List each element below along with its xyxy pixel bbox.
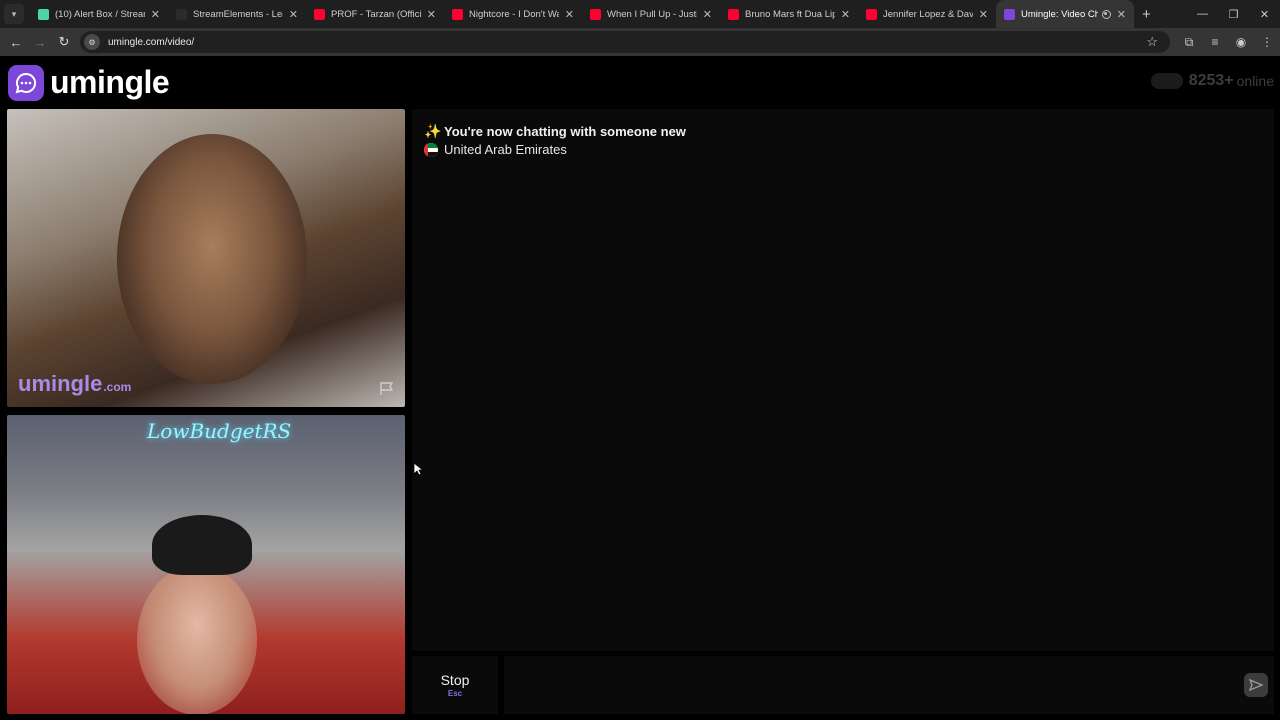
extensions-icon[interactable]: ⧉ (1176, 35, 1202, 50)
sparkles-icon: ✨ (424, 123, 442, 139)
system-message: ✨ You're now chatting with someone new (424, 123, 686, 140)
toggle-switch[interactable] (1150, 73, 1183, 89)
toolbar-right: ⧉ ≡ ◉ ⋮ (1176, 28, 1280, 56)
back-icon[interactable]: ← (4, 35, 28, 50)
remote-video-face (117, 134, 307, 384)
close-icon[interactable]: ✕ (1117, 8, 1126, 21)
tab-title: Nightcore - I Don't Wanna (469, 8, 559, 20)
site-info-icon[interactable]: ⚙ (84, 34, 100, 50)
report-flag-icon[interactable] (379, 382, 395, 396)
chevron-down-icon: ▾ (11, 8, 17, 19)
restore-icon[interactable]: ❐ (1218, 8, 1249, 21)
umingle-page: umingle 8253+ online umingle .com LowBud… (0, 56, 1280, 720)
close-icon[interactable]: ✕ (979, 8, 988, 21)
tab-favicon-icon (176, 8, 187, 20)
tab-favicon-icon (728, 8, 739, 20)
chat-panel: ✨ You're now chatting with someone new U… (412, 109, 1274, 651)
close-icon[interactable]: ✕ (151, 8, 160, 21)
online-label: online (1236, 73, 1274, 89)
local-video-face (137, 565, 257, 714)
umingle-favicon-icon (1004, 8, 1015, 20)
message-input[interactable] (504, 656, 1224, 714)
menu-icon[interactable]: ⋮ (1254, 35, 1280, 49)
stop-shortcut: Esc (447, 689, 463, 698)
window-close-icon[interactable]: ✕ (1249, 8, 1280, 21)
browser-tab[interactable]: Jennifer Lopez & David G ✕ (858, 0, 996, 28)
neon-sign: LowBudgetRS (147, 419, 292, 443)
close-icon[interactable]: ✕ (289, 8, 298, 21)
window-controls: — ❐ ✕ (1187, 0, 1280, 28)
logo-text: umingle (50, 64, 170, 100)
tab-title: Jennifer Lopez & David G (883, 8, 973, 20)
send-button[interactable] (1244, 673, 1268, 697)
local-video-cap (152, 515, 252, 575)
close-icon[interactable]: ✕ (841, 8, 850, 21)
tab-search-button[interactable]: ▾ (4, 4, 24, 24)
tab-favicon-icon (866, 8, 877, 20)
bookmark-star-icon[interactable]: ☆ (1146, 34, 1158, 50)
recording-icon (1101, 9, 1111, 19)
send-icon (1249, 678, 1263, 692)
forward-icon[interactable]: → (28, 35, 52, 50)
address-bar[interactable]: ⚙ umingle.com/video/ ☆ (80, 31, 1170, 53)
online-counter: 8253+ online (1150, 72, 1274, 90)
close-icon[interactable]: ✕ (427, 8, 436, 21)
tab-favicon-icon (590, 8, 601, 20)
browser-tab[interactable]: Nightcore - I Don't Wanna ✕ (444, 0, 582, 28)
tab-title: (10) Alert Box / Streamlabs (55, 8, 145, 20)
tab-favicon-icon (314, 8, 325, 20)
tab-title: Bruno Mars ft Dua Lipa - (745, 8, 835, 20)
tab-favicon-icon (38, 8, 49, 20)
browser-toolbar: ← → ↻ ⚙ umingle.com/video/ ☆ ⧉ ≡ ◉ ⋮ (0, 28, 1280, 56)
stop-button[interactable]: Stop Esc (412, 656, 498, 714)
uae-flag-icon (424, 142, 438, 157)
browser-tab[interactable]: Bruno Mars ft Dua Lipa - ✕ (720, 0, 858, 28)
browser-tab[interactable]: (10) Alert Box / Streamlabs ✕ (30, 0, 168, 28)
minimize-icon[interactable]: — (1187, 8, 1218, 20)
browser-tab[interactable]: StreamElements - Leaderboard ✕ (168, 0, 306, 28)
tab-title: Umingle: Video Chat (1021, 8, 1098, 20)
close-icon[interactable]: ✕ (565, 8, 574, 21)
tab-favicon-icon (452, 8, 463, 20)
country-line: United Arab Emirates (424, 142, 567, 157)
online-count: 8253+ (1188, 72, 1234, 89)
site-logo[interactable]: umingle (8, 64, 170, 101)
country-name: United Arab Emirates (444, 142, 567, 157)
message-composer (504, 656, 1274, 714)
tab-title: PROF - Tarzan (Official Music (331, 8, 421, 20)
tab-title: StreamElements - Leaderboard (193, 8, 283, 20)
reload-icon[interactable]: ↻ (52, 34, 76, 50)
local-video: LowBudgetRS (7, 415, 405, 714)
status-message: You're now chatting with someone new (444, 124, 686, 139)
stop-label: Stop (440, 672, 470, 688)
browser-tab[interactable]: PROF - Tarzan (Official Music ✕ (306, 0, 444, 28)
chat-bubble-icon (8, 64, 44, 101)
url-text[interactable]: umingle.com/video/ (108, 37, 194, 48)
remote-video: umingle .com (7, 109, 405, 407)
media-controls-icon[interactable]: ≡ (1202, 35, 1228, 49)
new-tab-button[interactable]: + (1142, 6, 1151, 23)
browser-tab-strip: ▾ (10) Alert Box / Streamlabs✕StreamElem… (0, 0, 1280, 28)
tab-title: When I Pull Up - Justin Ch (607, 8, 697, 20)
umingle-watermark: umingle .com (18, 371, 132, 396)
mouse-cursor-icon (413, 462, 423, 476)
browser-tab[interactable]: When I Pull Up - Justin Ch ✕ (582, 0, 720, 28)
tab-umingle[interactable]: Umingle: Video Chat ✕ (996, 0, 1134, 28)
close-icon[interactable]: ✕ (703, 8, 712, 21)
profile-icon[interactable]: ◉ (1228, 35, 1254, 49)
